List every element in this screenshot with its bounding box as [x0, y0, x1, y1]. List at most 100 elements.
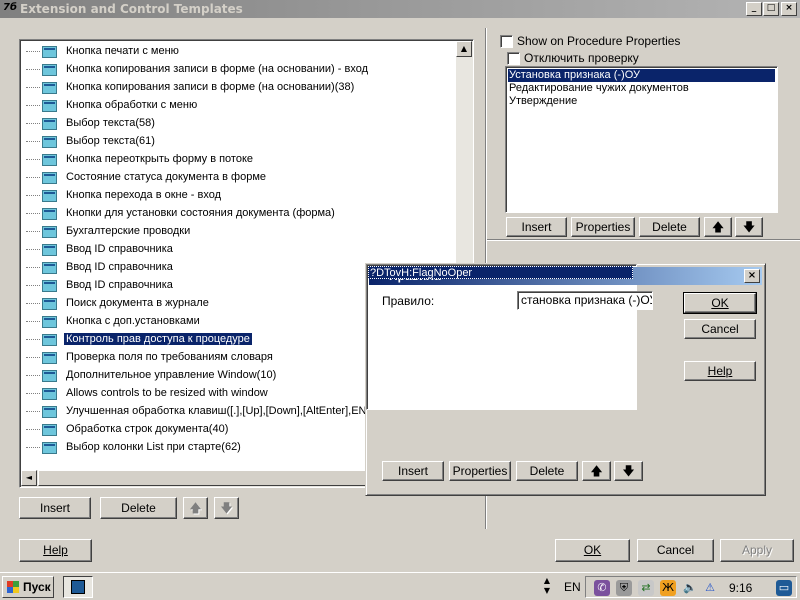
show-on-props-label: Show on Procedure Properties	[517, 34, 681, 48]
tree-item[interactable]: Бухгалтерские проводки	[22, 223, 462, 241]
dialog-move-up-button[interactable]: 🡅	[582, 461, 611, 481]
tree-move-down-button[interactable]: 🡇	[214, 497, 239, 519]
security-shield-icon[interactable]: ⛨	[616, 580, 632, 596]
list-item[interactable]: Редактирование чужих документов	[508, 82, 775, 95]
viber-icon[interactable]: ✆	[594, 580, 610, 596]
tree-item[interactable]: Состояние статуса документа в форме	[22, 169, 462, 187]
close-button[interactable]: ×	[781, 2, 797, 16]
list-item[interactable]: Утверждение	[508, 95, 775, 108]
rules-move-up-button[interactable]: 🡅	[704, 217, 732, 237]
rules-move-down-button[interactable]: 🡇	[735, 217, 763, 237]
template-folder-icon	[42, 208, 57, 220]
tree-connector	[26, 51, 40, 52]
tree-item[interactable]: Кнопка копирования записи в форме (на ос…	[22, 79, 462, 97]
tree-item[interactable]: Кнопка переоткрыть форму в потоке	[22, 151, 462, 169]
maximize-button[interactable]: □	[763, 2, 779, 16]
tree-item-label: Кнопка с доп.установками	[66, 315, 200, 327]
conditions-list[interactable]: ?DTovH:FlagNoOper	[366, 264, 637, 410]
cancel-label: Cancel	[656, 543, 695, 557]
template-folder-icon	[42, 262, 57, 274]
show-on-props-checkbox[interactable]	[500, 35, 513, 48]
start-label: Пуск	[23, 580, 51, 594]
tree-connector	[26, 429, 40, 430]
taskbar: Пуск ▲ ▼ EN ✆ ⛨ ⇄ Ж 🔈 ⚠ 9:16 ▭	[0, 572, 800, 600]
disable-check-label: Отключить проверку	[524, 51, 639, 65]
rule-input[interactable]: становка признака (-)ОУ	[517, 291, 653, 310]
tree-item[interactable]: Кнопка печати с меню	[22, 43, 462, 61]
disable-check-checkbox[interactable]	[507, 52, 520, 65]
template-folder-icon	[42, 280, 57, 292]
minimize-button[interactable]: _	[746, 2, 762, 16]
dialog-properties-button[interactable]: Properties	[449, 461, 511, 481]
window-title-bar[interactable]: 7б Extension and Control Templates _ □ ×	[0, 0, 800, 18]
template-folder-icon	[42, 370, 57, 382]
dialog-ok-button[interactable]: OK	[683, 292, 757, 314]
template-folder-icon	[42, 406, 57, 418]
tree-item-label: Кнопка копирования записи в форме (на ос…	[66, 81, 355, 93]
tree-connector	[26, 249, 40, 250]
tree-item-label: Контроль прав доступа к процедуре	[64, 333, 252, 345]
dialog-cancel-button[interactable]: Cancel	[684, 319, 756, 339]
dialog-move-down-button[interactable]: 🡇	[614, 461, 643, 481]
antivirus-icon[interactable]: Ж	[660, 580, 676, 596]
arrow-down-icon: 🡇	[622, 464, 635, 478]
ok-button[interactable]: OK	[555, 539, 630, 562]
rules-properties-button[interactable]: Properties	[571, 217, 635, 237]
tree-connector	[26, 159, 40, 160]
tree-item[interactable]: Выбор текста(58)	[22, 115, 462, 133]
tree-item-label: Кнопка перехода в окне - вход	[66, 189, 222, 201]
tree-item[interactable]: Кнопки для установки состояния документа…	[22, 205, 462, 223]
dialog-ok-label: OK	[711, 296, 729, 310]
rules-delete-button[interactable]: Delete	[639, 217, 700, 237]
dialog-insert-button[interactable]: Insert	[382, 461, 444, 481]
tree-item-label: Поиск документа в журнале	[66, 297, 209, 309]
tree-item-label: Кнопка обработки с меню	[66, 99, 198, 111]
tree-item[interactable]: Ввод ID справочника	[22, 241, 462, 259]
tree-connector	[26, 105, 40, 106]
monitor-icon[interactable]: ▭	[776, 580, 792, 596]
network-icon[interactable]: ⇄	[638, 580, 654, 596]
tree-connector	[26, 231, 40, 232]
help-label: Help	[43, 543, 68, 557]
template-folder-icon	[42, 352, 57, 364]
tree-item-label: Ввод ID справочника	[66, 243, 173, 255]
template-folder-icon	[42, 442, 57, 454]
language-indicator[interactable]: EN	[564, 580, 581, 594]
scroll-up-icon[interactable]: ▲	[456, 41, 472, 57]
list-item[interactable]: Установка признака (-)ОУ	[508, 69, 775, 82]
tree-insert-button[interactable]: Insert	[19, 497, 91, 519]
rules-insert-button[interactable]: Insert	[506, 217, 567, 237]
speaker-icon[interactable]: 🔈	[682, 580, 698, 596]
dialog-help-button[interactable]: Help	[684, 361, 756, 381]
arrow-up-icon: 🡅	[590, 464, 603, 478]
template-folder-icon	[42, 118, 57, 130]
warning-icon[interactable]: ⚠	[702, 580, 718, 596]
apply-button[interactable]: Apply	[720, 539, 794, 562]
scroll-thumb[interactable]	[38, 470, 383, 486]
language-switch-arrows[interactable]: ▲ ▼	[540, 576, 554, 598]
tree-item[interactable]: Кнопка копирования записи в форме (на ос…	[22, 61, 462, 79]
template-folder-icon	[42, 334, 57, 346]
taskbar-app-button[interactable]	[63, 576, 93, 598]
rules-dialog[interactable]: 7б Правила × Правило: становка признака …	[365, 263, 766, 496]
scroll-left-icon[interactable]: ◄	[21, 470, 37, 486]
help-button[interactable]: Help	[19, 539, 92, 562]
tree-connector	[26, 285, 40, 286]
list-item[interactable]: ?DTovH:FlagNoOper	[368, 266, 633, 279]
tree-item[interactable]: Кнопка перехода в окне - вход	[22, 187, 462, 205]
template-folder-icon	[42, 244, 57, 256]
tree-item-label: Обработка строк документа(40)	[66, 423, 229, 435]
tree-move-up-button[interactable]: 🡅	[183, 497, 208, 519]
tree-item[interactable]: Кнопка обработки с меню	[22, 97, 462, 115]
template-folder-icon	[42, 64, 57, 76]
tree-delete-button[interactable]: Delete	[100, 497, 177, 519]
dialog-delete-button[interactable]: Delete	[516, 461, 578, 481]
rules-list[interactable]: Установка признака (-)ОУ Редактирование …	[505, 66, 778, 213]
apply-label: Apply	[741, 543, 773, 557]
arrow-up-icon: 🡅	[189, 501, 202, 515]
start-button[interactable]: Пуск	[2, 576, 54, 598]
tree-item-label: Кнопка печати с меню	[66, 45, 179, 57]
dialog-close-icon[interactable]: ×	[744, 269, 760, 283]
cancel-button[interactable]: Cancel	[637, 539, 714, 562]
tree-item[interactable]: Выбор текста(61)	[22, 133, 462, 151]
